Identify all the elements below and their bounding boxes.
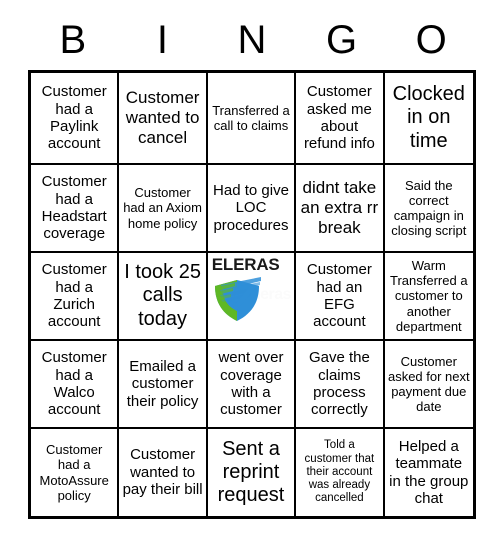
bingo-cell[interactable]: Emailed a customer their policy — [119, 341, 208, 429]
bingo-free-space-logo-cell[interactable]: ELERAS eleras — [207, 253, 297, 341]
bingo-cell-text: Told a customer that their account was a… — [304, 439, 375, 505]
bingo-header-row: BINGO — [28, 14, 476, 66]
bingo-header-letter-o: O — [415, 18, 447, 62]
bingo-cell[interactable]: Customer wanted to pay their bill — [119, 429, 208, 516]
bingo-cell[interactable]: Had to give LOC procedures — [207, 165, 297, 253]
bingo-cell[interactable]: didnt take an extra rr break — [296, 165, 385, 253]
bingo-cell-text: Warm Transferred a customer to another d… — [390, 258, 468, 334]
bingo-cell[interactable]: Warm Transferred a customer to another d… — [384, 253, 473, 341]
bingo-cell-text: Transferred a call to claims — [212, 102, 290, 133]
bingo-card: BINGO Customer had a Paylink account Cust… — [0, 0, 501, 544]
bingo-cell-text: Clocked in on time — [392, 83, 465, 152]
bingo-cell-text: Sent a reprint request — [217, 437, 285, 507]
bingo-cell[interactable]: Customer had a Headstart coverage — [31, 165, 120, 253]
bingo-cell[interactable]: Customer had a Paylink account — [31, 73, 120, 165]
bingo-cell[interactable]: I took 25 calls today — [119, 253, 208, 341]
bingo-grid: Customer had a Paylink account Customer w… — [28, 70, 476, 519]
bingo-cell[interactable]: Customer asked for next payment due date — [384, 341, 473, 429]
bingo-cell[interactable]: Told a customer that their account was a… — [296, 429, 385, 516]
bingo-cell[interactable]: Customer had an EFG account — [296, 253, 385, 341]
bingo-cell[interactable]: Customer had a Walco account — [31, 341, 120, 429]
bingo-cell[interactable]: Customer had a Zurich account — [31, 253, 120, 341]
bingo-cell-text: Customer had a Zurich account — [41, 261, 107, 331]
bingo-cell[interactable]: Transferred a call to claims — [207, 73, 297, 165]
bingo-header-letter-b: B — [59, 18, 87, 62]
bingo-cell-text: Said the correct campaign in closing scr… — [391, 177, 467, 239]
bingo-cell[interactable]: Clocked in on time — [384, 73, 473, 165]
eleras-wordmark: ELERAS — [211, 255, 280, 274]
bingo-cell-text: Customer wanted to cancel — [125, 88, 200, 147]
bingo-header-letter-i: I — [156, 18, 168, 62]
bingo-cell-text: Customer had a MotoAssure policy — [39, 442, 109, 503]
bingo-cell-text: Customer had a Paylink account — [41, 83, 107, 153]
bingo-cell-text: Customer asked for next payment due date — [387, 353, 470, 415]
bingo-cell[interactable]: Helped a teammate in the group chat — [384, 429, 473, 516]
bingo-header-letter-n: N — [237, 18, 267, 62]
bingo-cell-text: Customer had an Axiom home policy — [123, 185, 202, 231]
bingo-header-letter-g: G — [326, 18, 358, 62]
bingo-cell-text: Gave the claims process correctly — [308, 349, 370, 419]
bingo-cell-text: Customer had a Headstart coverage — [41, 173, 107, 243]
bingo-cell-text: went over coverage with a customer — [218, 349, 284, 419]
bingo-cell-text: Customer had a Walco account — [41, 349, 107, 419]
bingo-cell[interactable]: Customer had an Axiom home policy — [119, 165, 208, 253]
bingo-cell[interactable]: Gave the claims process correctly — [296, 341, 385, 429]
bingo-cell[interactable]: Customer wanted to cancel — [119, 73, 208, 165]
bingo-cell-text: Helped a teammate in the group chat — [389, 437, 469, 507]
eleras-shield-icon — [214, 277, 261, 321]
bingo-cell-text: Emailed a customer their policy — [126, 357, 199, 410]
bingo-cell[interactable]: Customer asked me about refund info — [296, 73, 385, 165]
bingo-cell-text: didnt take an extra rr break — [300, 178, 379, 237]
bingo-cell[interactable]: Said the correct campaign in closing scr… — [384, 165, 473, 253]
bingo-cell-text: Customer wanted to pay their bill — [122, 446, 203, 499]
bingo-cell-text: Customer had an EFG account — [306, 261, 372, 331]
bingo-cell-text: Customer asked me about refund info — [303, 83, 375, 153]
bingo-cell-text: Had to give LOC procedures — [213, 181, 289, 234]
bingo-cell[interactable]: Customer had a MotoAssure policy — [31, 429, 120, 516]
bingo-cell-text: I took 25 calls today — [124, 261, 201, 330]
bingo-cell[interactable]: went over coverage with a customer — [207, 341, 297, 429]
bingo-cell[interactable]: Sent a reprint request — [207, 429, 297, 516]
